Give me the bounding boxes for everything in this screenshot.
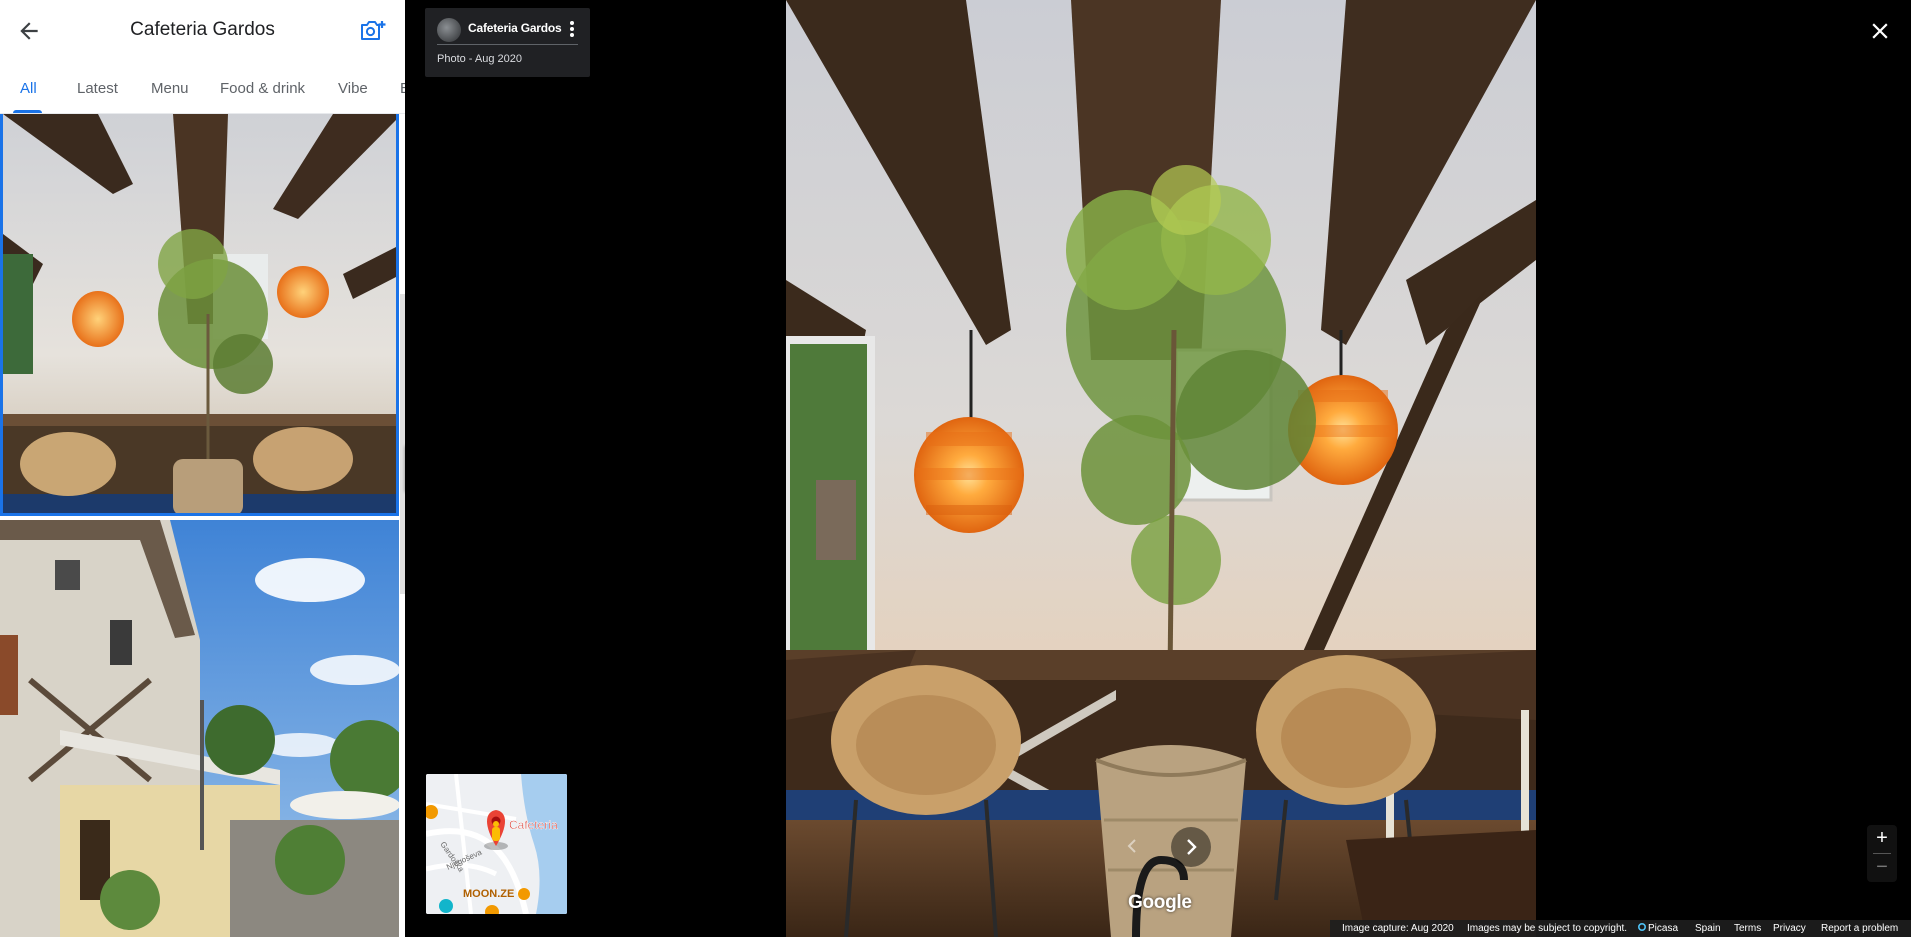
zoom-out-button[interactable]: −	[1867, 854, 1897, 882]
chevron-left-icon	[1127, 839, 1136, 853]
back-button[interactable]	[16, 18, 42, 44]
report-problem-link[interactable]: Report a problem	[1821, 923, 1898, 934]
privacy-link[interactable]: Privacy	[1773, 923, 1806, 934]
next-photo-button[interactable]	[1171, 827, 1211, 867]
image-capture-date: Image capture: Aug 2020	[1342, 923, 1454, 934]
photo-viewer: Cafeteria Gardos Photo - Aug 2020 Gardoš…	[405, 0, 1911, 937]
tab-food-and-drink[interactable]: Food & drink	[220, 80, 305, 97]
zoom-in-button[interactable]: +	[1867, 825, 1897, 853]
poi-label: MOON.ZE	[463, 888, 514, 900]
photos-panel: Cafeteria Gardos All Latest Menu Food & …	[0, 0, 405, 937]
zoom-control: + −	[1867, 825, 1897, 882]
arrow-back-icon	[20, 22, 38, 40]
main-photo-image	[786, 0, 1536, 937]
google-logo: Google	[1128, 892, 1192, 913]
tab-all[interactable]: All	[20, 80, 37, 97]
terms-link[interactable]: Terms	[1734, 923, 1761, 934]
tab-menu[interactable]: Menu	[151, 80, 189, 97]
copyright-notice: Images may be subject to copyright.	[1467, 923, 1628, 934]
photo-date: Photo - Aug 2020	[437, 53, 523, 65]
picasa-logo-icon	[1637, 922, 1647, 934]
close-button[interactable]	[1867, 18, 1893, 44]
add-photo-button[interactable]	[359, 18, 387, 44]
photo-thumbnail-list	[0, 114, 405, 937]
place-label: Cafeteria	[509, 818, 558, 832]
exterior-thumbnail-image	[0, 520, 399, 937]
attribution-footer: Image capture: Aug 2020 Images may be su…	[1330, 920, 1911, 937]
picasa-label: Picasa	[1648, 923, 1679, 934]
photo-info-card: Cafeteria Gardos Photo - Aug 2020	[425, 8, 590, 77]
photo-category-tabs: All Latest Menu Food & drink Vibe B	[0, 62, 405, 114]
photo-thumbnail-exterior[interactable]	[0, 520, 399, 937]
author-name[interactable]: Cafeteria Gardos	[468, 21, 562, 35]
panel-header: Cafeteria Gardos	[0, 0, 405, 62]
tab-vibe[interactable]: Vibe	[338, 80, 368, 97]
location-minimap[interactable]: Gardoška Njegoševa Cafeteria MOON.ZE	[426, 774, 567, 914]
close-icon	[1872, 23, 1888, 39]
chevron-right-icon	[1187, 839, 1197, 855]
more-vert-icon	[570, 21, 574, 37]
main-photo[interactable]	[786, 0, 1536, 937]
country-link[interactable]: Spain	[1695, 923, 1721, 934]
panel-title: Cafeteria Gardos	[130, 19, 275, 40]
minimap-image: Gardoška Njegoševa Cafeteria MOON.ZE	[426, 774, 567, 914]
previous-photo-button[interactable]	[1124, 828, 1140, 864]
interior-thumbnail-image	[3, 114, 396, 513]
tab-latest[interactable]: Latest	[77, 80, 118, 97]
active-tab-indicator	[13, 110, 42, 113]
add-photo-camera-icon	[361, 21, 386, 40]
photo-thumbnail-interior[interactable]	[0, 114, 399, 516]
more-options-button[interactable]	[565, 18, 579, 40]
divider	[437, 44, 578, 45]
avatar[interactable]	[437, 18, 461, 42]
